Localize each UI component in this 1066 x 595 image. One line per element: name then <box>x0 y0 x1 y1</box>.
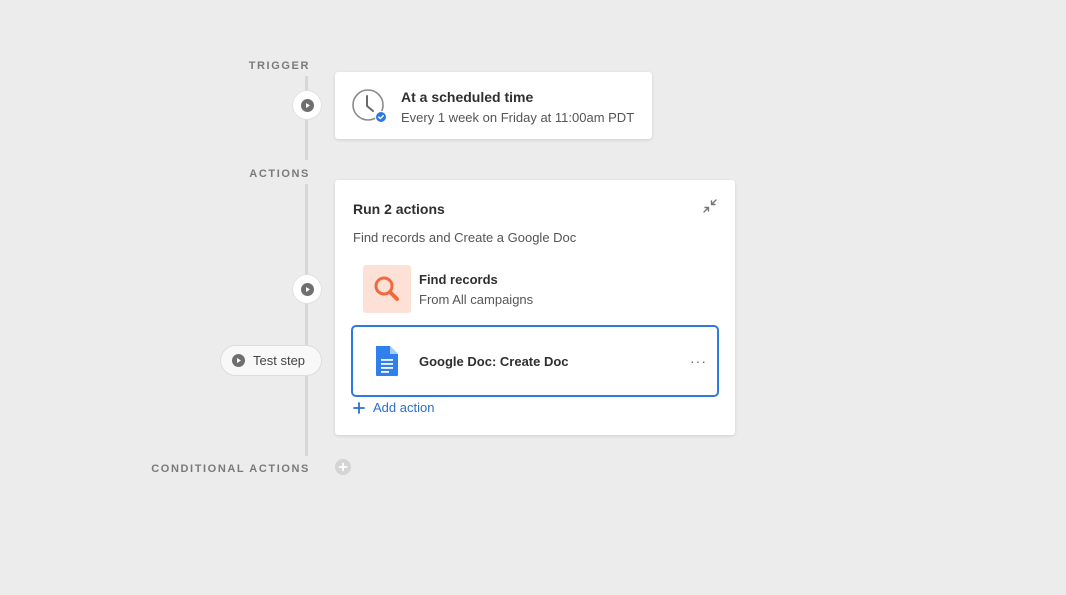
test-step-label: Test step <box>253 353 306 368</box>
plus-icon <box>338 462 348 472</box>
add-action-label: Add action <box>373 400 435 415</box>
trigger-section-label: TRIGGER <box>248 60 310 72</box>
actions-description: Find records and Create a Google Doc <box>353 230 577 245</box>
step-find-records[interactable]: Find records From All campaigns <box>353 255 717 323</box>
play-icon <box>300 282 314 296</box>
actions-section-label: ACTIONS <box>249 168 310 180</box>
conditional-actions-section-label: CONDITIONAL ACTIONS <box>151 463 310 475</box>
trigger-subtitle: Every 1 week on Friday at 11:00am PDT <box>401 110 635 125</box>
find-records-title: Find records <box>419 272 498 287</box>
find-records-subtitle: From All campaigns <box>419 292 534 307</box>
trigger-card[interactable]: At a scheduled time Every 1 week on Frid… <box>335 72 652 139</box>
trigger-title: At a scheduled time <box>401 89 534 105</box>
google-doc-title: Google Doc: Create Doc <box>419 354 569 369</box>
more-options-icon[interactable]: ··· <box>690 354 707 368</box>
play-icon <box>300 98 314 112</box>
trigger-run-button[interactable] <box>293 91 321 119</box>
clock-icon <box>351 88 387 124</box>
add-action-button[interactable]: Add action <box>353 400 434 415</box>
timeline-line-actions <box>305 184 308 456</box>
find-records-run-button[interactable] <box>293 275 321 303</box>
collapse-icon[interactable] <box>703 199 717 213</box>
search-icon <box>374 276 399 301</box>
google-doc-icon <box>376 346 398 376</box>
play-icon <box>232 354 245 367</box>
actions-card: Run 2 actions Find records and Create a … <box>335 180 735 435</box>
test-step-button[interactable]: Test step <box>221 346 321 375</box>
google-doc-tile <box>363 337 411 385</box>
find-records-tile <box>363 265 411 313</box>
add-conditional-action-button[interactable] <box>335 459 351 475</box>
step-google-doc[interactable]: Google Doc: Create Doc ··· <box>353 327 717 395</box>
plus-icon <box>353 401 365 414</box>
actions-title: Run 2 actions <box>353 201 445 217</box>
